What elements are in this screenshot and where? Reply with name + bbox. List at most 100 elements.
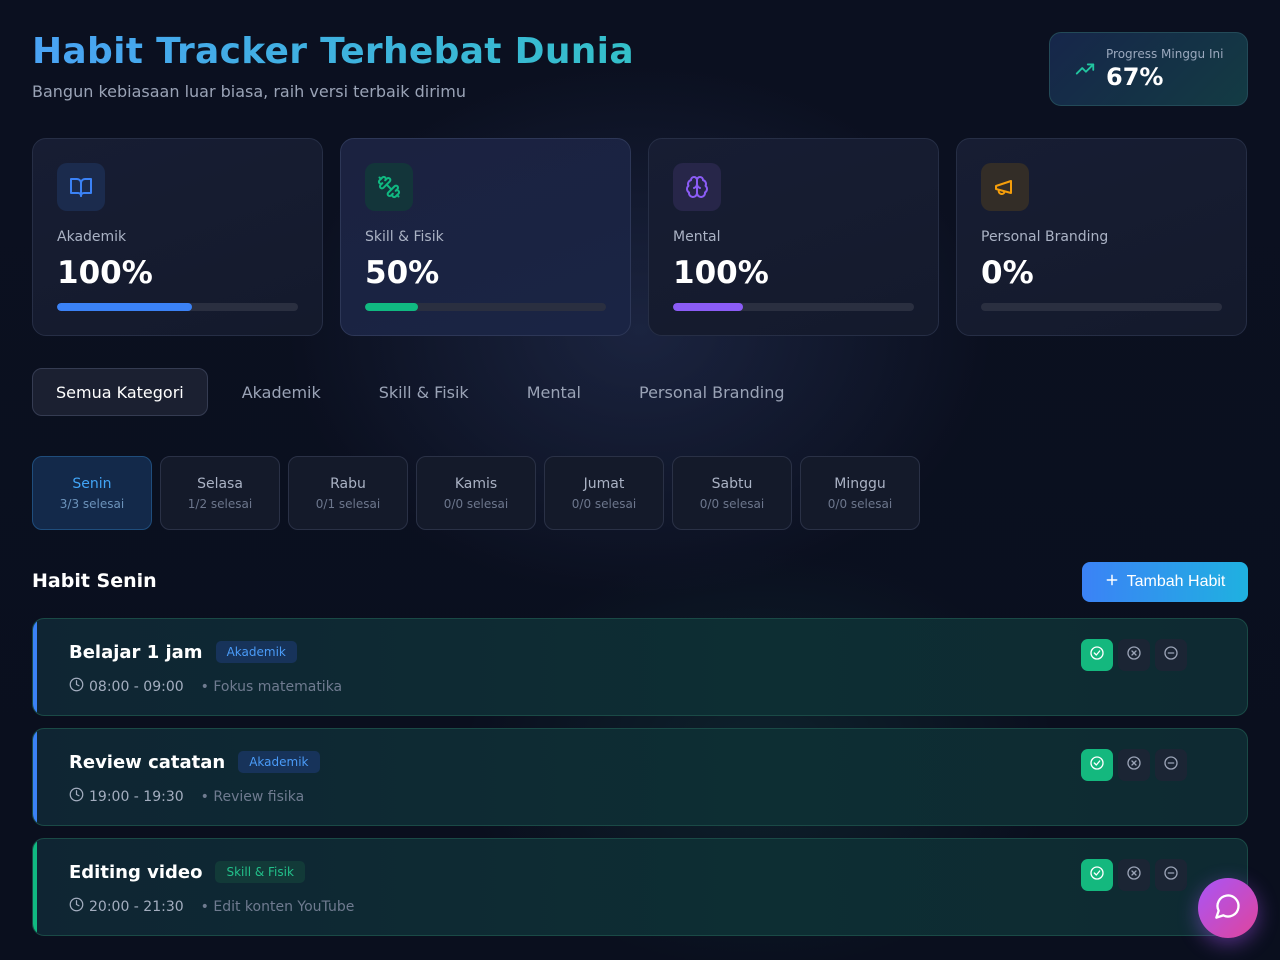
- habit-note: • Edit konten YouTube: [200, 898, 355, 915]
- stat-label: Personal Branding: [981, 229, 1109, 245]
- add-habit-label: Tambah Habit: [1126, 573, 1226, 590]
- weekly-progress-label: Progress Minggu Ini: [1106, 47, 1224, 61]
- stat-value: 100%: [673, 255, 769, 291]
- habit-category-tag: Skill & Fisik: [215, 861, 305, 883]
- mark-done-button[interactable]: [1081, 749, 1113, 781]
- stat-progress-bar: [365, 303, 606, 311]
- day-jumat[interactable]: Jumat 0/0 selesai: [544, 456, 664, 530]
- habit-category-tag: Akademik: [238, 751, 320, 773]
- mark-failed-button[interactable]: [1118, 859, 1150, 891]
- habit-card[interactable]: Editing video Skill & Fisik 20:00 - 21:3…: [32, 838, 1248, 936]
- stat-progress-bar: [673, 303, 914, 311]
- habit-note: • Fokus matematika: [200, 678, 343, 695]
- minus-circle-icon: [1163, 865, 1179, 885]
- mark-failed-button[interactable]: [1118, 749, 1150, 781]
- habit-note: • Review fisika: [200, 788, 305, 805]
- clock-icon: [69, 787, 84, 806]
- chat-button[interactable]: [1198, 878, 1258, 938]
- stat-progress-fill: [673, 303, 743, 311]
- weekly-progress-value: 67%: [1106, 63, 1164, 91]
- tab-akademik[interactable]: Akademik: [218, 368, 345, 416]
- plus-icon: [1105, 573, 1119, 592]
- check-circle-icon: [1089, 645, 1105, 665]
- category-tabs: Semua Kategori Akademik Skill & Fisik Me…: [32, 368, 819, 416]
- stat-card-personal-branding[interactable]: Personal Branding 0%: [956, 138, 1247, 336]
- day-selector: Senin 3/3 selesai Selasa 1/2 selesai Rab…: [32, 456, 920, 530]
- day-count: 0/0 selesai: [443, 496, 509, 511]
- mark-done-button[interactable]: [1081, 859, 1113, 891]
- stat-progress-fill: [365, 303, 419, 311]
- day-count: 0/0 selesai: [699, 496, 765, 511]
- habit-accent-bar: [33, 619, 37, 715]
- megaphone-icon: [981, 163, 1029, 211]
- habit-time: 08:00 - 09:00: [89, 678, 184, 695]
- mark-skip-button[interactable]: [1155, 639, 1187, 671]
- tab-personal-branding[interactable]: Personal Branding: [615, 368, 809, 416]
- habit-title: Review catatan: [69, 751, 226, 773]
- stat-label: Mental: [673, 229, 721, 245]
- day-name: Sabtu: [711, 475, 753, 492]
- stat-value: 0%: [981, 255, 1034, 291]
- day-count: 3/3 selesai: [59, 496, 125, 511]
- day-kamis[interactable]: Kamis 0/0 selesai: [416, 456, 536, 530]
- day-name: Kamis: [454, 475, 498, 492]
- stat-card-akademik[interactable]: Akademik 100%: [32, 138, 323, 336]
- day-count: 0/0 selesai: [571, 496, 637, 511]
- day-name: Senin: [72, 475, 112, 492]
- day-sabtu[interactable]: Sabtu 0/0 selesai: [672, 456, 792, 530]
- mark-failed-button[interactable]: [1118, 639, 1150, 671]
- x-circle-icon: [1126, 645, 1142, 665]
- day-senin[interactable]: Senin 3/3 selesai: [32, 456, 152, 530]
- mark-done-button[interactable]: [1081, 639, 1113, 671]
- day-selasa[interactable]: Selasa 1/2 selesai: [160, 456, 280, 530]
- habit-accent-bar: [33, 729, 37, 825]
- tab-semua-kategori[interactable]: Semua Kategori: [32, 368, 208, 416]
- day-count: 0/0 selesai: [827, 496, 893, 511]
- add-habit-button[interactable]: Tambah Habit: [1082, 562, 1248, 602]
- book-open-icon: [57, 163, 105, 211]
- minus-circle-icon: [1163, 755, 1179, 775]
- stat-progress-fill: [57, 303, 192, 311]
- x-circle-icon: [1126, 755, 1142, 775]
- brain-icon: [673, 163, 721, 211]
- stat-value: 100%: [57, 255, 153, 291]
- minus-circle-icon: [1163, 645, 1179, 665]
- day-name: Selasa: [197, 475, 243, 492]
- day-name: Rabu: [330, 475, 366, 492]
- category-stats: Akademik 100% Skill & Fisik 50% Mental 1…: [32, 138, 1248, 336]
- clock-icon: [69, 677, 84, 696]
- stat-card-skill-fisik[interactable]: Skill & Fisik 50%: [340, 138, 631, 336]
- tab-mental[interactable]: Mental: [503, 368, 605, 416]
- mark-skip-button[interactable]: [1155, 749, 1187, 781]
- day-minggu[interactable]: Minggu 0/0 selesai: [800, 456, 920, 530]
- x-circle-icon: [1126, 865, 1142, 885]
- stat-label: Skill & Fisik: [365, 229, 444, 245]
- stat-value: 50%: [365, 255, 440, 291]
- day-name: Jumat: [583, 475, 625, 492]
- clock-icon: [69, 897, 84, 916]
- day-count: 1/2 selesai: [187, 496, 253, 511]
- day-name: Minggu: [834, 475, 886, 492]
- tab-skill-fisik[interactable]: Skill & Fisik: [355, 368, 493, 416]
- stat-progress-bar: [981, 303, 1222, 311]
- stat-card-mental[interactable]: Mental 100%: [648, 138, 939, 336]
- habit-list: Belajar 1 jam Akademik 08:00 - 09:00 • F…: [32, 618, 1248, 948]
- day-rabu[interactable]: Rabu 0/1 selesai: [288, 456, 408, 530]
- habit-card[interactable]: Review catatan Akademik 19:00 - 19:30 • …: [32, 728, 1248, 826]
- check-circle-icon: [1089, 755, 1105, 775]
- habit-title: Editing video: [69, 861, 203, 883]
- habit-category-tag: Akademik: [215, 641, 297, 663]
- stat-progress-bar: [57, 303, 298, 311]
- mark-skip-button[interactable]: [1155, 859, 1187, 891]
- habit-time: 20:00 - 21:30: [89, 898, 184, 915]
- habit-card[interactable]: Belajar 1 jam Akademik 08:00 - 09:00 • F…: [32, 618, 1248, 716]
- check-circle-icon: [1089, 865, 1105, 885]
- chat-bubble-icon: [1214, 892, 1242, 924]
- section-title: Habit Senin: [32, 570, 157, 592]
- habit-accent-bar: [33, 839, 37, 935]
- dumbbell-icon: [365, 163, 413, 211]
- habit-title: Belajar 1 jam: [69, 641, 203, 663]
- day-count: 0/1 selesai: [315, 496, 381, 511]
- habit-time: 19:00 - 19:30: [89, 788, 184, 805]
- trending-up-icon: [1074, 58, 1096, 80]
